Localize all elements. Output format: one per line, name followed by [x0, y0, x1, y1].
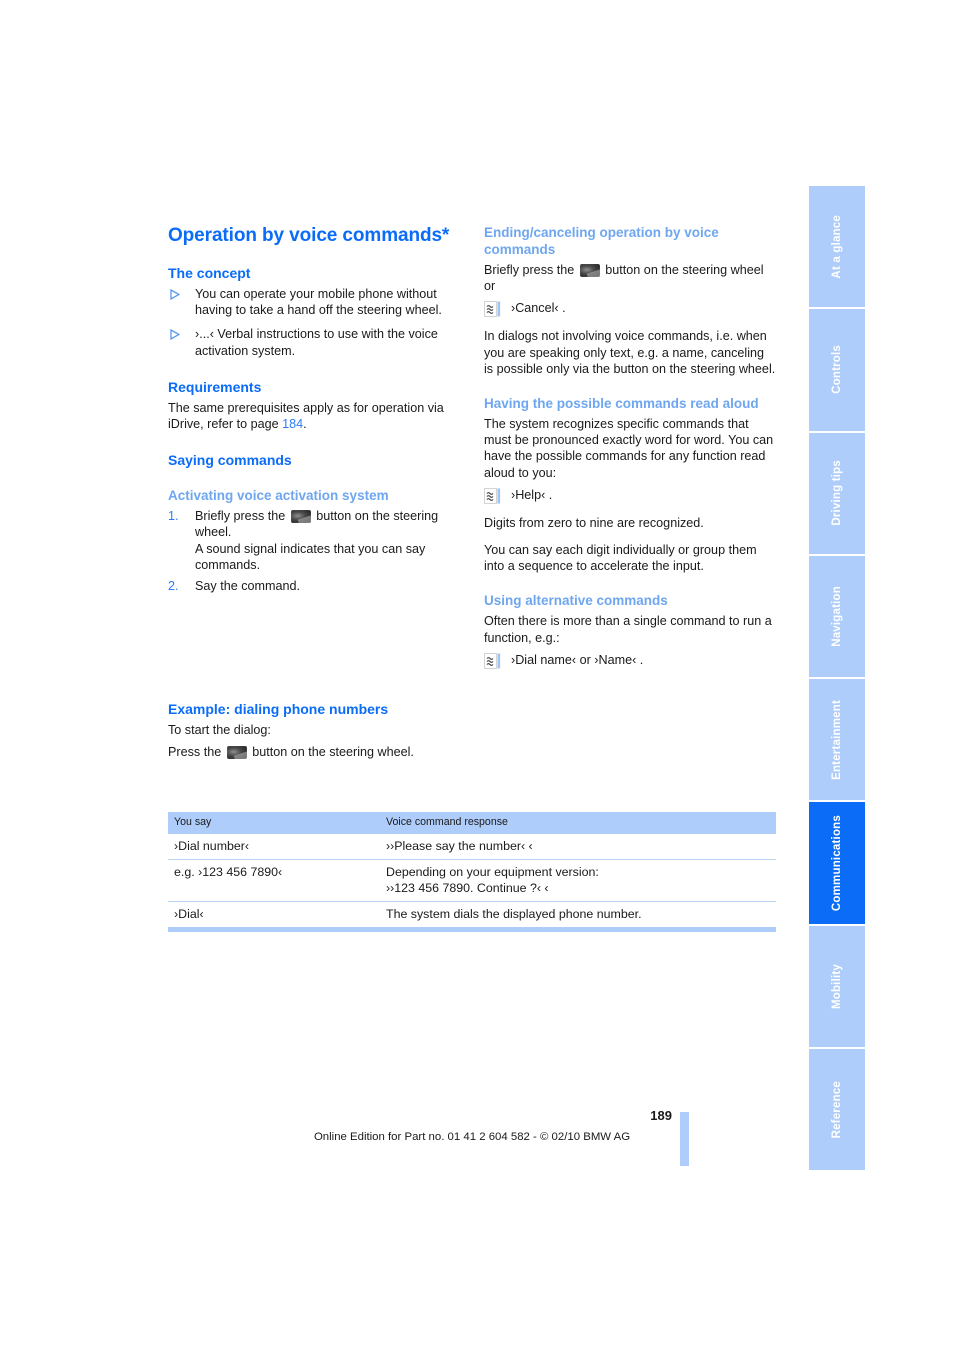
tab-reference[interactable]: Reference	[809, 1048, 865, 1170]
tab-communications[interactable]: Communications	[809, 802, 865, 926]
heading-ending-canceling-operation: Ending/canceling operation by voice comm…	[484, 225, 719, 257]
read-aloud-digits: Digits from zero to nine are recognized.	[484, 515, 704, 530]
response-line: The system dials the displayed phone num…	[386, 907, 642, 921]
page-title: Operation by voice commands*	[168, 225, 450, 246]
heading-having-commands-read-aloud: Having the possible commands read aloud	[484, 396, 759, 412]
tab-label: Reference	[831, 1080, 843, 1139]
table-row: ›Dial‹ The system dials the displayed ph…	[168, 902, 776, 928]
tab-label: Navigation	[831, 585, 843, 647]
table-header-row: You say Voice command response	[168, 812, 776, 834]
heading-the-concept: The concept	[168, 265, 251, 281]
triangle-bullet-icon	[170, 288, 181, 304]
alternative-intro: Often there is more than a single comman…	[484, 614, 772, 645]
heading-activating-voice-activation-system: Activating voice activation system	[168, 488, 389, 504]
tab-label: Controls	[831, 345, 843, 395]
command-text: ›Help‹ .	[511, 487, 553, 502]
page-number: 189	[650, 1108, 672, 1123]
response-line: ››123 456 7890. Continue ?‹ ‹	[386, 881, 549, 895]
page-reference-link[interactable]: 184	[282, 417, 303, 431]
cell-response: Depending on your equipment version: ››1…	[380, 859, 776, 902]
cell-you-say: ›Dial number‹	[168, 834, 380, 860]
tab-controls[interactable]: Controls	[809, 309, 865, 433]
step-text-before: Briefly press the	[195, 509, 289, 524]
list-item-text: You can operate your mobile phone withou…	[195, 287, 442, 318]
left-column: Operation by voice commands* The concept…	[168, 224, 460, 772]
press-text-before: Press the	[168, 745, 225, 760]
cell-you-say: ›Dial‹	[174, 907, 204, 921]
heading-requirements: Requirements	[168, 378, 262, 395]
response-line: ››Please say the number‹ ‹	[386, 839, 533, 853]
example-press-instruction: Press the button on the steering wheel.	[168, 744, 460, 760]
tab-driving-tips[interactable]: Driving tips	[809, 432, 865, 556]
tab-navigation[interactable]: Navigation	[809, 555, 865, 679]
tab-label: At a glance	[831, 214, 843, 279]
cell-response: The system dials the displayed phone num…	[380, 902, 776, 928]
table-bottom-band	[168, 927, 776, 932]
concept-bullet-list: You can operate your mobile phone withou…	[168, 286, 460, 359]
requirements-text-after: .	[303, 417, 307, 432]
tab-label: Communications	[831, 814, 843, 911]
tab-label: Entertainment	[831, 699, 843, 780]
tab-entertainment[interactable]: Entertainment	[809, 679, 865, 803]
read-aloud-intro: The system recognizes specific commands …	[484, 417, 774, 480]
tab-mobility[interactable]: Mobility	[809, 925, 865, 1049]
heading-saying-commands: Saying commands	[168, 452, 292, 469]
heading-using-alternative-commands: Using alternative commands	[484, 593, 668, 609]
list-item-text: ›...‹ Verbal instructions to use with th…	[195, 327, 438, 358]
voice-command-help: ›Help‹ .	[484, 487, 776, 504]
response-line: Depending on your equipment version:	[386, 865, 599, 879]
column-spacer	[168, 604, 460, 701]
press-text-after: button on the steering wheel.	[248, 745, 414, 760]
section-tab-rail: At a glance Controls Driving tips Naviga…	[809, 186, 865, 1170]
tab-label: Driving tips	[831, 460, 843, 526]
ending-note: In dialogs not involving voice commands,…	[484, 329, 776, 376]
speak-command-icon	[484, 487, 501, 508]
requirements-text: The same prerequisites apply as for oper…	[168, 400, 460, 432]
cell-response: ››Please say the number‹ ‹	[380, 834, 776, 860]
speak-command-icon	[484, 652, 501, 673]
command-text: ›Cancel‹ .	[511, 301, 566, 316]
step-number: 2.	[168, 579, 179, 594]
list-item: You can operate your mobile phone withou…	[168, 286, 460, 318]
heading-example-dialing-phone-numbers: Example: dialing phone numbers	[168, 701, 389, 718]
voice-dialog-table: You say Voice command response ›Dial num…	[168, 812, 776, 927]
cell-you-say: e.g. ›123 456 7890‹	[168, 859, 380, 902]
voice-command-dial-name: ›Dial name‹ or ›Name‹ .	[484, 652, 776, 669]
list-item: 2. Say the command.	[168, 578, 460, 594]
list-item: ›...‹ Verbal instructions to use with th…	[168, 326, 460, 358]
read-aloud-grouping: You can say each digit individually or g…	[484, 543, 757, 574]
example-intro: To start the dialog:	[168, 723, 271, 738]
tab-label: Mobility	[831, 963, 843, 1009]
table-row: ›Dial number‹ ››Please say the number‹ ‹	[168, 834, 776, 860]
voice-dialog-table-wrapper: You say Voice command response ›Dial num…	[168, 812, 776, 932]
manual-page: At a glance Controls Driving tips Naviga…	[0, 0, 954, 1350]
activating-steps-list: 1. Briefly press the button on the steer…	[168, 508, 460, 594]
table-body: ›Dial number‹ ››Please say the number‹ ‹…	[168, 834, 776, 927]
column-header-you-say: You say	[168, 812, 380, 834]
voice-command-cancel: ›Cancel‹ .	[484, 300, 776, 318]
command-text: ›Dial name‹ or ›Name‹ .	[511, 652, 644, 667]
step-number: 1.	[168, 509, 179, 524]
right-column: Ending/canceling operation by voice comm…	[484, 224, 776, 680]
table-row: e.g. ›123 456 7890‹ Depending on your eq…	[168, 859, 776, 902]
steering-wheel-voice-button-icon	[579, 264, 600, 277]
steering-wheel-voice-button-icon	[290, 510, 311, 524]
speak-command-icon	[484, 301, 501, 321]
edition-footer: Online Edition for Part no. 01 41 2 604 …	[313, 1131, 631, 1143]
press-text-before: Briefly press the	[484, 263, 578, 277]
column-header-voice-command-response: Voice command response	[380, 812, 776, 834]
steering-wheel-voice-button-icon	[226, 746, 247, 760]
tab-at-a-glance[interactable]: At a glance	[809, 186, 865, 310]
list-item: 1. Briefly press the button on the steer…	[168, 508, 460, 573]
step-extra-text: A sound signal indicates that you can sa…	[195, 541, 426, 572]
triangle-bullet-icon	[170, 328, 181, 344]
step-text-before: Say the command.	[195, 579, 300, 594]
ending-press-instruction: Briefly press the button on the steering…	[484, 262, 776, 294]
table-head: You say Voice command response	[168, 812, 776, 834]
